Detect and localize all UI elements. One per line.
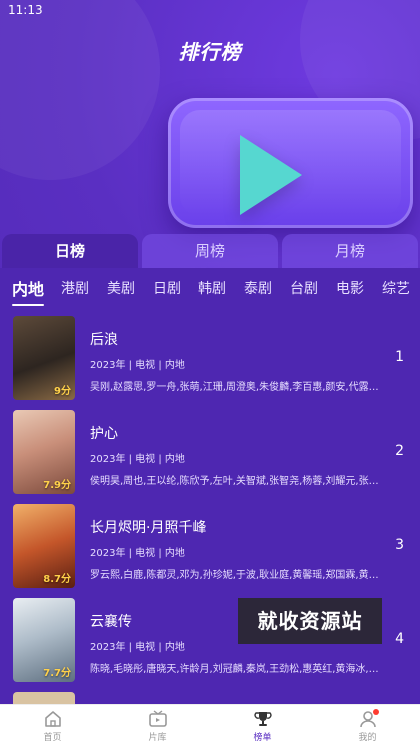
nav-label: 片库 (148, 733, 167, 743)
score-badge: 9分 (54, 386, 71, 397)
status-time: 11:13 (8, 3, 43, 17)
tab-weekly[interactable]: 周榜 (142, 234, 278, 268)
nav-label: 首页 (43, 733, 62, 743)
ranking-screen: 11:13 排行榜 日榜 周榜 月榜 内地 港剧 美剧 日剧 韩剧 泰剧 台剧 … (0, 0, 420, 746)
home-icon (44, 711, 61, 727)
item-cast: 陈晓,毛晓彤,唐晓天,许龄月,刘冠麟,秦岚,王劲松,惠英红,黄海冰,… (90, 664, 379, 675)
nav-profile[interactable]: 我的 (315, 707, 420, 743)
hero-play-illustration (168, 98, 420, 238)
tv-icon (148, 710, 167, 727)
poster-image: 9分 (13, 316, 75, 400)
item-cast: 侯明昊,周也,王以纶,陈欣予,左叶,关智斌,张智尧,杨蓉,刘耀元,张… (90, 476, 379, 487)
item-title: 护心 (90, 426, 118, 442)
nav-ranking[interactable]: 榜单 (210, 707, 315, 743)
score-badge: 7.9分 (43, 480, 71, 491)
trophy-icon (253, 712, 272, 726)
item-meta: 2023年 | 电视 | 内地 (90, 360, 185, 371)
item-cast: 罗云熙,白鹿,陈都灵,邓为,孙珍妮,于波,耿业庭,黄馨瑶,郑国霖,黄… (90, 570, 379, 581)
item-meta: 2023年 | 电视 | 内地 (90, 548, 185, 559)
tab-monthly[interactable]: 月榜 (282, 234, 418, 268)
region-tab-jp[interactable]: 日剧 (153, 278, 181, 298)
nav-home[interactable]: 首页 (0, 707, 105, 743)
bottom-nav: 首页 片库 榜单 我的 (0, 704, 420, 746)
poster-image-partial (13, 692, 75, 704)
region-tabs: 内地 港剧 美剧 日剧 韩剧 泰剧 台剧 电影 综艺 (0, 276, 420, 306)
item-title: 长月烬明·月照千峰 (90, 520, 207, 536)
region-tab-th[interactable]: 泰剧 (244, 278, 272, 298)
rank-item[interactable]: 7.9分 护心 2023年 | 电视 | 内地 侯明昊,周也,王以纶,陈欣予,左… (0, 410, 420, 496)
region-tab-hk[interactable]: 港剧 (61, 278, 89, 298)
rank-number: 2 (395, 443, 404, 459)
period-tabs: 日榜 周榜 月榜 (0, 234, 420, 270)
item-cast: 吴刚,赵露思,罗一舟,张萌,江珊,周澄奥,朱俊麟,李百惠,颜安,代露… (90, 382, 379, 393)
poster-image: 7.9分 (13, 410, 75, 494)
notification-dot (373, 709, 379, 715)
rank-number: 3 (395, 537, 404, 553)
region-tab-mainland[interactable]: 内地 (12, 276, 45, 306)
item-meta: 2023年 | 电视 | 内地 (90, 642, 185, 653)
region-tab-movie[interactable]: 电影 (336, 278, 364, 298)
region-tab-tw[interactable]: 台剧 (290, 278, 318, 298)
item-title: 后浪 (90, 332, 118, 348)
item-title: 云襄传 (90, 614, 132, 630)
region-tab-kr[interactable]: 韩剧 (198, 278, 226, 298)
rank-number: 4 (395, 631, 404, 647)
rank-item[interactable]: 9分 后浪 2023年 | 电视 | 内地 吴刚,赵露思,罗一舟,张萌,江珊,周… (0, 316, 420, 402)
score-badge: 7.7分 (43, 668, 71, 679)
status-bar: 11:13 (0, 0, 420, 22)
rank-item[interactable]: 8.7分 长月烬明·月照千峰 2023年 | 电视 | 内地 罗云熙,白鹿,陈都… (0, 504, 420, 590)
poster-image: 8.7分 (13, 504, 75, 588)
region-tab-us[interactable]: 美剧 (107, 278, 135, 298)
item-meta: 2023年 | 电视 | 内地 (90, 454, 185, 465)
nav-label: 我的 (358, 733, 377, 743)
play-icon (240, 135, 302, 215)
rank-number: 1 (395, 349, 404, 365)
nav-label: 榜单 (253, 733, 272, 743)
decor-circle (0, 0, 160, 180)
score-badge: 8.7分 (43, 574, 71, 585)
region-tab-variety[interactable]: 综艺 (382, 278, 410, 298)
tab-daily[interactable]: 日榜 (2, 234, 138, 268)
watermark-overlay: 就收资源站 (238, 598, 382, 644)
nav-library[interactable]: 片库 (105, 707, 210, 743)
page-title: 排行榜 (178, 40, 242, 64)
poster-image: 7.7分 (13, 598, 75, 682)
